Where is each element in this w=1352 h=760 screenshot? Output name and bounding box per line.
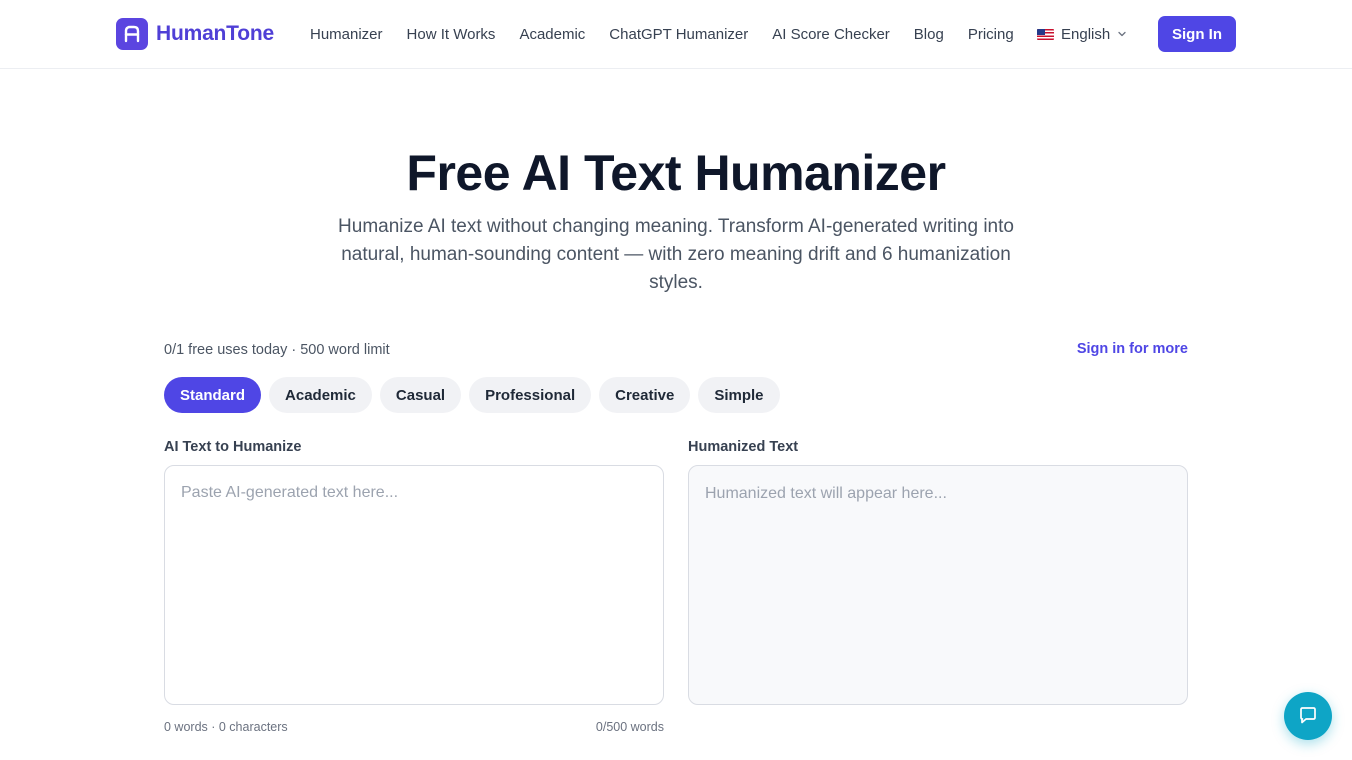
language-selector[interactable]: English xyxy=(1037,22,1127,46)
us-flag-icon xyxy=(1037,28,1054,40)
usage-status: 0/1 free uses today · 500 word limit xyxy=(164,342,390,358)
nav-item-how-it-works[interactable]: How It Works xyxy=(395,26,508,43)
humanized-text-output[interactable]: Humanized text will appear here... xyxy=(688,465,1188,705)
nav-item-pricing[interactable]: Pricing xyxy=(956,26,1026,43)
main-nav: Humanizer How It Works Academic ChatGPT … xyxy=(298,22,1026,46)
page-title: Free AI Text Humanizer xyxy=(406,145,946,201)
chevron-down-icon xyxy=(1117,26,1127,43)
logo[interactable]: HumanTone xyxy=(116,18,274,50)
input-label: AI Text to Humanize xyxy=(164,439,302,455)
word-character-count: 0 words · 0 characters xyxy=(164,720,288,734)
style-pill-simple[interactable]: Simple xyxy=(698,377,780,413)
word-limit-count: 0/500 words xyxy=(595,720,664,734)
nav-item-ai-score-checker[interactable]: AI Score Checker xyxy=(760,26,902,43)
nav-item-humanizer[interactable]: Humanizer xyxy=(298,26,395,43)
style-pill-professional[interactable]: Professional xyxy=(469,377,592,413)
logo-h-icon xyxy=(116,18,148,50)
ai-text-input[interactable] xyxy=(164,465,664,705)
logo-text: HumanTone xyxy=(156,22,274,45)
output-label: Humanized Text xyxy=(688,439,799,455)
nav-item-chatgpt-humanizer[interactable]: ChatGPT Humanizer xyxy=(597,26,760,43)
style-pill-academic[interactable]: Academic xyxy=(269,377,372,413)
chat-bubble-icon xyxy=(1297,704,1319,729)
site-header: HumanTone Humanizer How It Works Academi… xyxy=(0,0,1352,69)
style-selector: Standard Academic Casual Professional Cr… xyxy=(164,377,780,413)
chat-button[interactable] xyxy=(1284,692,1332,740)
sign-in-button[interactable]: Sign In xyxy=(1158,16,1236,52)
page-subtitle: Humanize AI text without changing meanin… xyxy=(338,216,1014,293)
nav-item-academic[interactable]: Academic xyxy=(507,26,597,43)
language-label: English xyxy=(1061,25,1111,43)
style-pill-standard[interactable]: Standard xyxy=(164,377,262,413)
style-pill-creative[interactable]: Creative xyxy=(599,377,691,413)
style-pill-casual[interactable]: Casual xyxy=(379,377,462,413)
sign-in-for-more-link[interactable]: Sign in for more xyxy=(1077,339,1188,359)
nav-item-blog[interactable]: Blog xyxy=(902,26,956,43)
